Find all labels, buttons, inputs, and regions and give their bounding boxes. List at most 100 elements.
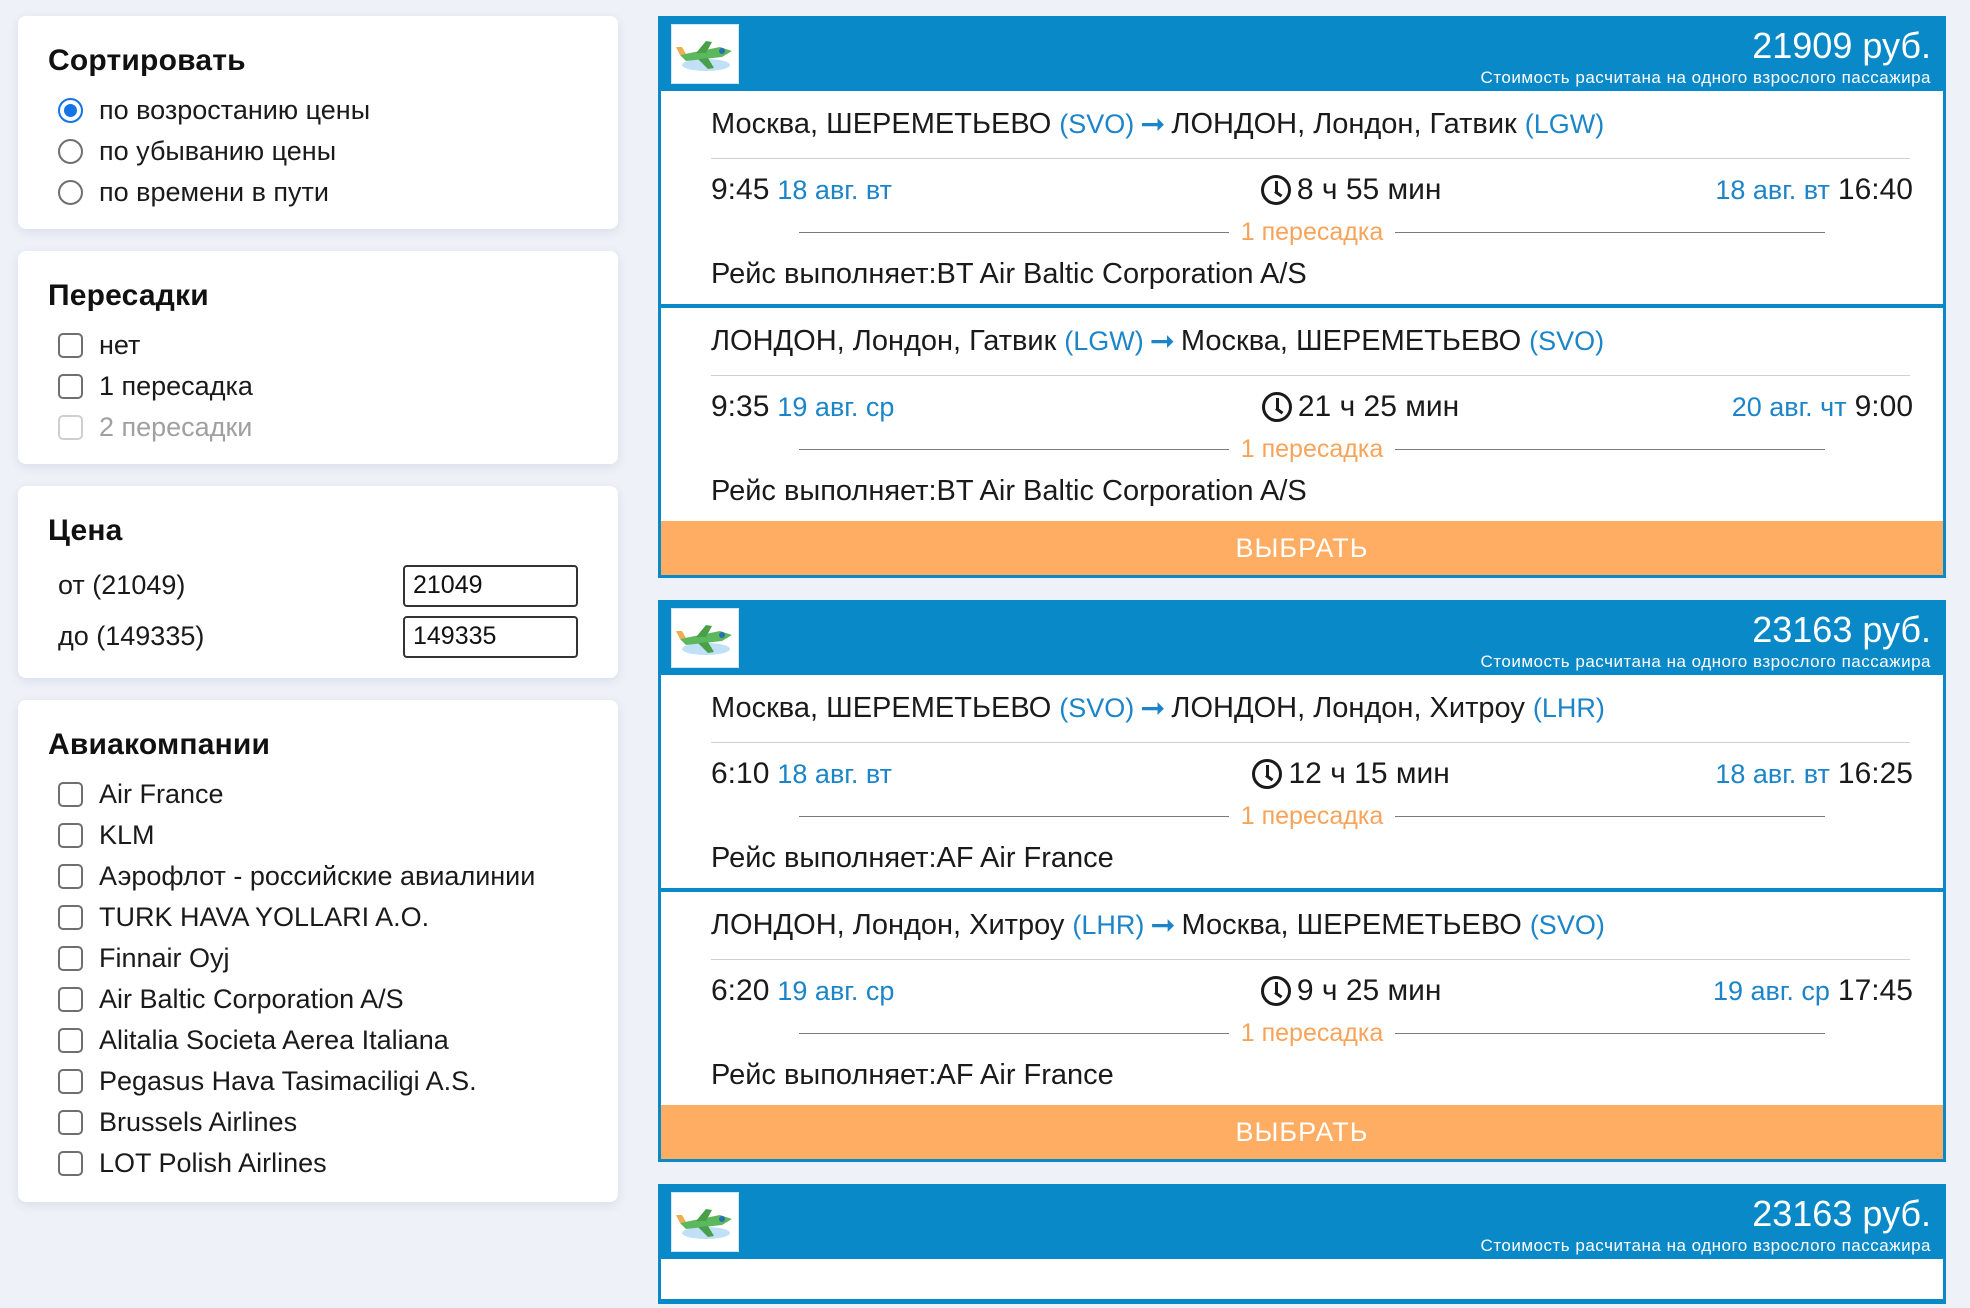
airline-option[interactable]: Finnair Oyj [48, 938, 588, 979]
transfers-option-two: 2 пересадки [48, 407, 588, 448]
ticket-price: 21909 руб. [1752, 25, 1931, 66]
ticket-price-note: Стоимость расчитана на одного взрослого … [1480, 1236, 1931, 1255]
leg-route: ЛОНДОН, Лондон, Хитроу (LHR) ➞ Москва, Ш… [711, 892, 1910, 960]
checkbox-icon[interactable] [58, 1151, 83, 1176]
departure-time: 9:45 [711, 173, 770, 206]
checkbox-icon[interactable] [58, 823, 83, 848]
leg-times: 6:20 19 авг. ср 9 ч 25 мин 19 авг. ср 17… [711, 960, 1913, 1018]
leg-from: ЛОНДОН, Лондон, Гатвик [711, 325, 1057, 357]
leg-times: 9:45 18 авг. вт 8 ч 55 мин 18 авг. вт 16… [711, 159, 1913, 217]
checkbox-icon[interactable] [58, 782, 83, 807]
departure-time: 6:20 [711, 974, 770, 1007]
transfers-option-label: 2 пересадки [99, 412, 253, 442]
checkbox-icon[interactable] [58, 1028, 83, 1053]
transfers-text: 1 пересадка [1240, 217, 1384, 246]
airline-label: Finnair Oyj [99, 943, 230, 973]
leg-transfers: 1 пересадка [711, 801, 1913, 831]
transfers-option-label: нет [99, 330, 141, 360]
price-from-input[interactable] [403, 564, 578, 607]
clock-icon [1260, 175, 1291, 205]
sort-option-price-asc[interactable]: по возростанию цены [48, 90, 588, 131]
radio-icon[interactable] [58, 180, 83, 205]
divider [1395, 1032, 1826, 1034]
departure: 6:20 19 авг. ср [711, 974, 902, 1008]
airline-option[interactable]: LOT Polish Airlines [48, 1143, 588, 1184]
arrival-date: 18 авг. вт [1715, 175, 1830, 205]
checkbox-icon[interactable] [58, 333, 83, 358]
airline-option[interactable]: TURK HAVA YOLLARI A.O. [48, 897, 588, 938]
sort-option-price-desc[interactable]: по убыванию цены [48, 131, 588, 172]
leg-transfers: 1 пересадка [711, 434, 1913, 464]
airline-option[interactable]: KLM [48, 815, 588, 856]
price-filter: Цена от (21049) до (149335) [18, 486, 618, 678]
leg-to-code: (SVO) [1529, 910, 1605, 940]
ticket-price-note: Стоимость расчитана на одного взрослого … [1480, 68, 1931, 87]
checkbox-icon[interactable] [58, 374, 83, 399]
departure: 9:45 18 авг. вт [711, 173, 900, 207]
airline-option[interactable]: Air Baltic Corporation A/S [48, 979, 588, 1020]
checkbox-icon[interactable] [58, 946, 83, 971]
divider [1395, 815, 1826, 817]
airline-label: Аэрофлот - российские авиалинии [99, 861, 536, 891]
arrival-date: 20 авг. чт [1731, 392, 1847, 422]
arrival-time: 16:40 [1837, 173, 1913, 206]
airline-option[interactable]: Alitalia Societa Aerea Italiana [48, 1020, 588, 1061]
leg-times: 6:10 18 авг. вт 12 ч 15 мин 18 авг. вт 1… [711, 743, 1913, 801]
flight-leg [661, 1259, 1943, 1299]
transfers-filter: Пересадки нет 1 пересадка 2 пересадки [18, 251, 618, 464]
price-to-row: до (149335) [48, 611, 588, 662]
airline-label: Pegasus Hava Tasimaciligi A.S. [99, 1066, 477, 1096]
select-ticket-button[interactable]: ВЫБРАТЬ [661, 521, 1943, 575]
airplane-logo-icon [671, 24, 739, 84]
leg-duration: 21 ч 25 мин [1261, 390, 1459, 424]
sort-option-duration[interactable]: по времени в пути [48, 172, 588, 213]
flight-leg: Москва, ШЕРЕМЕТЬЕВО (SVO) ➞ ЛОНДОН, Лонд… [661, 675, 1943, 888]
checkbox-icon[interactable] [58, 905, 83, 930]
checkbox-icon[interactable] [58, 987, 83, 1012]
transfers-title: Пересадки [48, 279, 209, 312]
leg-to-code: (LHR) [1532, 693, 1605, 723]
leg-from: ЛОНДОН, Лондон, Хитроу [711, 909, 1065, 941]
radio-icon[interactable] [58, 139, 83, 164]
leg-carrier: Рейс выполняет:BT Air Baltic Corporation… [711, 475, 1307, 507]
checkbox-icon[interactable] [58, 1110, 83, 1135]
departure-date: 19 авг. ср [777, 392, 895, 422]
airline-option[interactable]: Pegasus Hava Tasimaciligi A.S. [48, 1061, 588, 1102]
leg-from: Москва, ШЕРЕМЕТЬЕВО [711, 692, 1052, 724]
airline-label: LOT Polish Airlines [99, 1148, 327, 1178]
departure-time: 9:35 [711, 390, 770, 423]
arrow-right-icon: ➞ [1140, 108, 1166, 141]
filters-sidebar: Сортировать по возростанию цены по убыва… [18, 16, 618, 1224]
leg-to-code: (SVO) [1529, 326, 1605, 356]
ticket-header: 23163 руб. Стоимость расчитана на одного… [661, 603, 1943, 675]
arrival: 19 авг. ср 17:45 [1705, 974, 1913, 1008]
ticket-card: 23163 руб. Стоимость расчитана на одного… [658, 1184, 1946, 1304]
departure: 6:10 18 авг. вт [711, 757, 900, 791]
price-to-input[interactable] [403, 615, 578, 658]
airline-option[interactable]: Brussels Airlines [48, 1102, 588, 1143]
arrival-time: 9:00 [1854, 390, 1913, 423]
checkbox-icon[interactable] [58, 1069, 83, 1094]
duration-text: 12 ч 15 мин [1288, 757, 1450, 790]
leg-to: Москва, ШЕРЕМЕТЬЕВО [1180, 325, 1522, 357]
departure-time: 6:10 [711, 757, 770, 790]
checkbox-icon[interactable] [58, 864, 83, 889]
radio-checked-icon[interactable] [58, 98, 83, 123]
leg-from-code: (SVO) [1059, 109, 1135, 139]
divider [798, 448, 1229, 450]
sort-option-label: по времени в пути [99, 177, 330, 207]
airline-label: KLM [99, 820, 155, 850]
airline-option[interactable]: Аэрофлот - российские авиалинии [48, 856, 588, 897]
ticket-header: 21909 руб. Стоимость расчитана на одного… [661, 19, 1943, 91]
transfers-option-none[interactable]: нет [48, 325, 588, 366]
leg-carrier: Рейс выполняет:AF Air France [711, 842, 1114, 874]
airplane-logo-icon [671, 1192, 739, 1252]
select-ticket-button[interactable]: ВЫБРАТЬ [661, 1105, 1943, 1159]
leg-duration: 12 ч 15 мин [1252, 757, 1450, 791]
leg-from-code: (LGW) [1064, 326, 1144, 356]
divider [798, 1032, 1229, 1034]
sort-option-label: по убыванию цены [99, 136, 337, 166]
airline-option[interactable]: Air France [48, 774, 588, 815]
airlines-filter: Авиакомпании Air France KLM Аэрофлот - р… [18, 700, 618, 1202]
transfers-option-one[interactable]: 1 пересадка [48, 366, 588, 407]
